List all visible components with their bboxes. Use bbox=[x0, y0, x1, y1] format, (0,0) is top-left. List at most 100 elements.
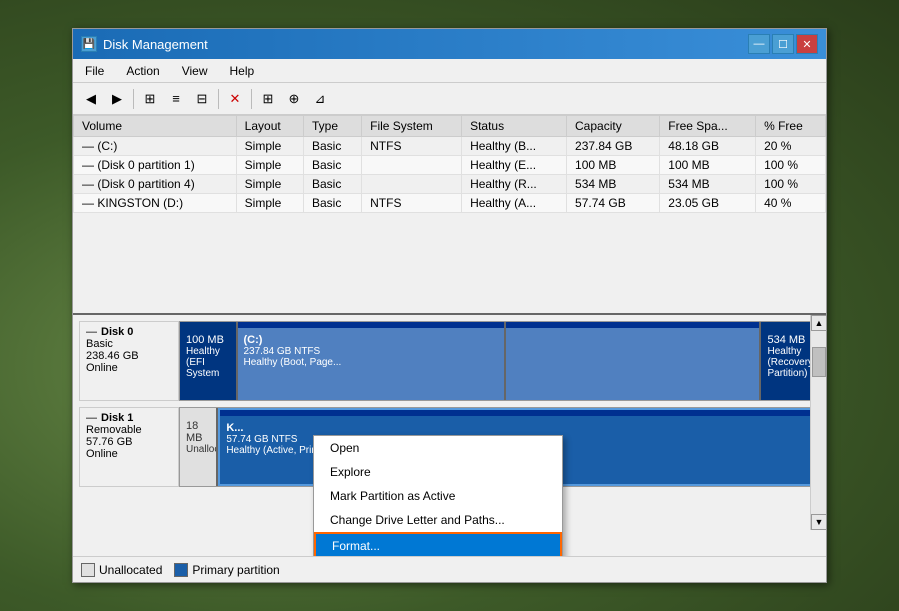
toolbar-btn-5[interactable]: ⊕ bbox=[282, 87, 306, 111]
context-menu: Open Explore Mark Partition as Active Ch… bbox=[313, 435, 563, 556]
col-free: Free Spa... bbox=[660, 116, 756, 137]
vol-layout: Simple bbox=[236, 156, 303, 175]
stripe bbox=[180, 322, 236, 328]
disk-0-name: Disk 0 bbox=[101, 326, 133, 338]
legend-unallocated: Unallocated bbox=[81, 563, 162, 577]
disk-1-name: Disk 1 bbox=[101, 412, 133, 424]
title-bar-left: 💾 Disk Management bbox=[81, 36, 208, 52]
disk-1-label: — Disk 1 Removable 57.76 GB Online bbox=[79, 407, 179, 487]
title-bar: 💾 Disk Management — ☐ ✕ bbox=[73, 29, 826, 59]
col-status: Status bbox=[462, 116, 567, 137]
table-row[interactable]: — KINGSTON (D:) Simple Basic NTFS Health… bbox=[74, 194, 826, 213]
menu-help[interactable]: Help bbox=[224, 62, 261, 80]
toolbar-btn-2[interactable]: ≡ bbox=[164, 87, 188, 111]
scrollbar-vertical[interactable]: ▲ ▼ bbox=[810, 315, 826, 530]
vol-fs bbox=[362, 156, 462, 175]
status-bar: Unallocated Primary partition bbox=[73, 556, 826, 582]
vol-free: 48.18 GB bbox=[660, 137, 756, 156]
vol-status: Healthy (B... bbox=[462, 137, 567, 156]
table-row[interactable]: — (Disk 0 partition 4) Simple Basic Heal… bbox=[74, 175, 826, 194]
vol-pct: 100 % bbox=[756, 156, 826, 175]
toolbar-btn-4[interactable]: ⊞ bbox=[256, 87, 280, 111]
part-desc: Healthy (EFI System bbox=[186, 346, 230, 379]
vol-status: Healthy (A... bbox=[462, 194, 567, 213]
toolbar-btn-6[interactable]: ⊿ bbox=[308, 87, 332, 111]
toolbar-sep-3 bbox=[251, 89, 252, 109]
vol-name: — (C:) bbox=[74, 137, 237, 156]
disk-1-icon: — Disk 1 bbox=[86, 412, 172, 424]
menu-view[interactable]: View bbox=[176, 62, 214, 80]
scroll-up-button[interactable]: ▲ bbox=[811, 315, 826, 331]
col-pct: % Free bbox=[756, 116, 826, 137]
part-size: 18 MB bbox=[186, 420, 210, 444]
ctx-format[interactable]: Format... bbox=[314, 532, 562, 556]
disk-0-part-c[interactable]: (C:) 237.84 GB NTFS Healthy (Boot, Page.… bbox=[238, 322, 506, 400]
col-volume: Volume bbox=[74, 116, 237, 137]
part-desc: 237.84 GB NTFS bbox=[244, 346, 498, 357]
app-icon: 💾 bbox=[81, 36, 97, 52]
scroll-down-button[interactable]: ▼ bbox=[811, 514, 826, 530]
table-row[interactable]: — (C:) Simple Basic NTFS Healthy (B... 2… bbox=[74, 137, 826, 156]
disk-0-size: 238.46 GB bbox=[86, 350, 172, 362]
vol-type: Basic bbox=[304, 137, 362, 156]
ctx-change-drive[interactable]: Change Drive Letter and Paths... bbox=[314, 508, 562, 532]
vol-layout: Simple bbox=[236, 137, 303, 156]
back-button[interactable]: ◀ bbox=[79, 87, 103, 111]
stripe bbox=[506, 322, 760, 328]
disk-0-row: — Disk 0 Basic 238.46 GB Online 100 MB H… bbox=[79, 321, 820, 401]
vol-fs: NTFS bbox=[362, 137, 462, 156]
vol-type: Basic bbox=[304, 194, 362, 213]
vol-layout: Simple bbox=[236, 175, 303, 194]
legend-primary-box bbox=[174, 563, 188, 577]
disk-0-part-efi[interactable]: 100 MB Healthy (EFI System bbox=[180, 322, 238, 400]
vol-capacity: 534 MB bbox=[567, 175, 660, 194]
toolbar-sep-2 bbox=[218, 89, 219, 109]
disk-0-part-sel[interactable] bbox=[506, 322, 762, 400]
menu-action[interactable]: Action bbox=[120, 62, 165, 80]
toolbar-btn-1[interactable]: ⊞ bbox=[138, 87, 162, 111]
vol-free: 100 MB bbox=[660, 156, 756, 175]
menu-bar: File Action View Help bbox=[73, 59, 826, 83]
vol-pct: 100 % bbox=[756, 175, 826, 194]
ctx-open[interactable]: Open bbox=[314, 436, 562, 460]
close-button[interactable]: ✕ bbox=[796, 34, 818, 54]
delete-button[interactable]: ✕ bbox=[223, 87, 247, 111]
col-layout: Layout bbox=[236, 116, 303, 137]
stripe bbox=[238, 322, 504, 328]
window-title: Disk Management bbox=[103, 37, 208, 52]
vol-fs: NTFS bbox=[362, 194, 462, 213]
vol-capacity: 237.84 GB bbox=[567, 137, 660, 156]
scroll-thumb[interactable] bbox=[812, 347, 826, 377]
part-size: 100 MB bbox=[186, 334, 230, 346]
stripe bbox=[220, 410, 817, 416]
table-row[interactable]: — (Disk 0 partition 1) Simple Basic Heal… bbox=[74, 156, 826, 175]
vol-layout: Simple bbox=[236, 194, 303, 213]
disk-icon: — bbox=[86, 412, 97, 424]
ctx-mark-active[interactable]: Mark Partition as Active bbox=[314, 484, 562, 508]
disk-0-type: Basic bbox=[86, 338, 172, 350]
menu-file[interactable]: File bbox=[79, 62, 110, 80]
volume-table-area: Volume Layout Type File System Status Ca… bbox=[73, 115, 826, 315]
vol-status: Healthy (E... bbox=[462, 156, 567, 175]
disk-0-partitions: 100 MB Healthy (EFI System (C:) 237.84 G… bbox=[179, 321, 820, 401]
maximize-button[interactable]: ☐ bbox=[772, 34, 794, 54]
legend-unallocated-box bbox=[81, 563, 95, 577]
legend-unallocated-label: Unallocated bbox=[99, 563, 162, 577]
vol-name: — (Disk 0 partition 4) bbox=[74, 175, 237, 194]
forward-button[interactable]: ▶ bbox=[105, 87, 129, 111]
vol-pct: 40 % bbox=[756, 194, 826, 213]
ctx-explore[interactable]: Explore bbox=[314, 460, 562, 484]
part-desc: Healthy (Recovery Partition) bbox=[767, 346, 813, 379]
disk-1-unalloc[interactable]: 18 MB Unallocated bbox=[180, 408, 218, 486]
vol-free: 534 MB bbox=[660, 175, 756, 194]
vol-status: Healthy (R... bbox=[462, 175, 567, 194]
col-capacity: Capacity bbox=[567, 116, 660, 137]
col-fs: File System bbox=[362, 116, 462, 137]
toolbar-btn-3[interactable]: ⊟ bbox=[190, 87, 214, 111]
minimize-button[interactable]: — bbox=[748, 34, 770, 54]
vol-name: — KINGSTON (D:) bbox=[74, 194, 237, 213]
legend-primary: Primary partition bbox=[174, 563, 279, 577]
title-controls: — ☐ ✕ bbox=[748, 34, 818, 54]
disk-0-icon: — Disk 0 bbox=[86, 326, 172, 338]
disk-management-window: 💾 Disk Management — ☐ ✕ File Action View… bbox=[72, 28, 827, 583]
